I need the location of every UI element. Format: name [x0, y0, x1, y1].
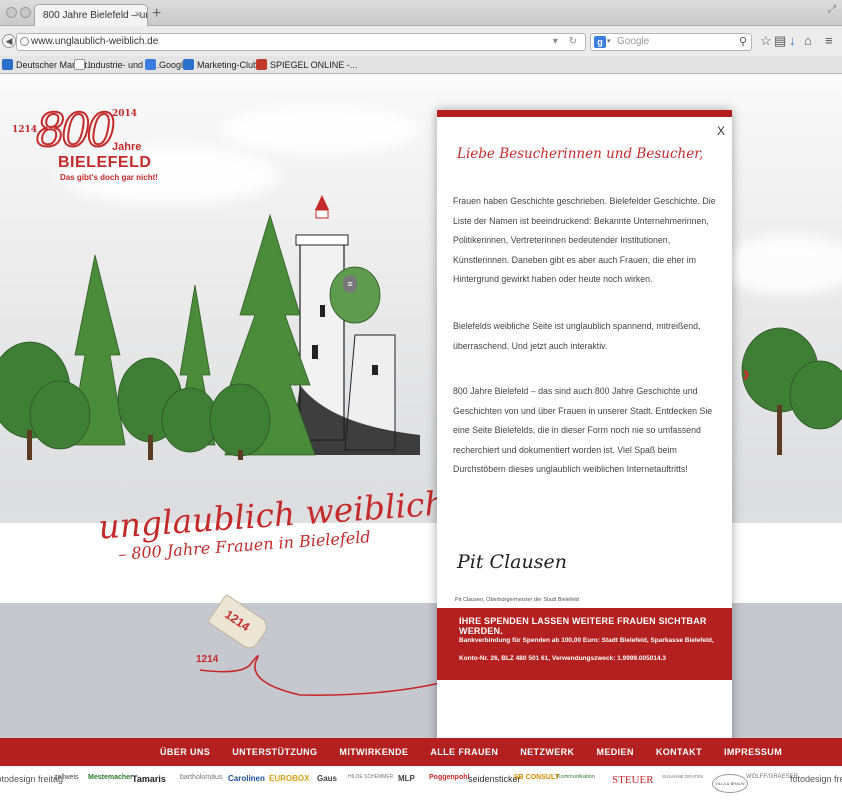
reload-icon[interactable]: ▾ ↻: [553, 34, 581, 50]
sponsor-logo[interactable]: HILDE SCHEMMER: [348, 774, 393, 780]
search-icon[interactable]: ⚲: [739, 34, 747, 50]
nav-impressum[interactable]: IMPRESSUM: [724, 738, 782, 766]
dialog-top-bar: [437, 110, 732, 117]
sponsor-logo[interactable]: SUSANNE DRATEN: [662, 774, 703, 779]
sponsor-logo[interactable]: MLP: [398, 774, 415, 783]
sponsor-logo[interactable]: zellweis: [54, 774, 79, 781]
bank-details-line: Bankverbindung für Spenden ab 100,00 Eur…: [459, 637, 714, 644]
google-icon[interactable]: g: [594, 36, 606, 48]
spiegel-icon: [256, 59, 267, 70]
logo-year-end: 2014: [112, 109, 138, 119]
reading-list-icon[interactable]: ▤: [774, 33, 786, 49]
page-icon: [74, 59, 85, 70]
nav-unterstuetzung[interactable]: UNTERSTÜTZUNG: [232, 738, 317, 766]
window-close-button[interactable]: [6, 7, 17, 18]
sponsor-logo[interactable]: seidensticker: [468, 774, 521, 784]
bookmark-favicon-icon: [2, 59, 13, 70]
nav-mitwirkende[interactable]: MITWIRKENDE: [339, 738, 408, 766]
tab-close-icon[interactable]: ×: [135, 5, 141, 26]
logo-number: 800: [35, 102, 117, 158]
menu-icon[interactable]: ≡: [825, 33, 833, 49]
search-input[interactable]: g ▾ Google ⚲: [590, 33, 752, 51]
tab-title: 800 Jahre Bielefeld – unglaubli...: [43, 10, 147, 21]
welcome-dialog: X Liebe Besucherinnen und Besucher, Frau…: [437, 110, 732, 752]
sponsor-logo[interactable]: STEUER: [612, 774, 654, 786]
cloud-decoration: [220, 105, 420, 155]
fullscreen-icon[interactable]: ⤢: [828, 4, 836, 15]
close-button[interactable]: X: [717, 124, 725, 138]
nav-netzwerk[interactable]: NETZWERK: [520, 738, 574, 766]
new-tab-button[interactable]: +: [152, 4, 161, 24]
website-page: 1214 800 2014 Jahre BIELEFELD Das gibt's…: [0, 75, 842, 800]
sponsor-logo[interactable]: EUROBOX: [269, 774, 309, 783]
sponsor-logo[interactable]: Gaus: [317, 774, 337, 783]
dialog-paragraph: Bielefelds weibliche Seite ist unglaubli…: [453, 321, 701, 351]
main-navigation: ÜBER UNS UNTERSTÜTZUNG MITWIRKENDE ALLE …: [0, 738, 842, 766]
sponsor-logo[interactable]: Poggenpohl: [429, 774, 469, 781]
bookmark-star-icon[interactable]: ☆: [760, 33, 772, 49]
bookmark-favicon-icon: [183, 59, 194, 70]
dialog-paragraph: 800 Jahre Bielefeld – das sind auch 800 …: [453, 386, 713, 474]
browser-tab-bar: 800 Jahre Bielefeld – unglaubli... × + ⤢: [0, 0, 842, 26]
nav-medien[interactable]: MEDIEN: [596, 738, 633, 766]
dialog-greeting: Liebe Besucherinnen und Besucher,: [457, 146, 704, 162]
dialog-paragraph: Frauen haben Geschichte geschrieben. Bie…: [453, 196, 716, 284]
sponsor-logo[interactable]: SB CONSULT: [514, 774, 559, 781]
logo-tagline: Das gibt's doch gar nicht!: [60, 173, 158, 182]
sparrenburg-tower: [290, 195, 420, 455]
sponsor-logo[interactable]: Mestemacher: [88, 774, 133, 781]
sponsor-logo[interactable]: bartholomäus: [180, 774, 222, 781]
logo-jahre: Jahre: [112, 141, 142, 153]
logo-city: BIELEFELD: [58, 154, 152, 171]
scroll-handle-icon[interactable]: ≡: [343, 275, 357, 293]
chevron-down-icon[interactable]: ▾: [607, 34, 611, 50]
sponsor-strip: fotodesign freitag zellweis Mestemacher …: [0, 766, 842, 800]
bookmark-item[interactable]: SPIEGEL ONLINE -...: [256, 58, 357, 72]
timeline-start-year: 1214: [196, 654, 219, 665]
bank-details-line: Konto-Nr. 26, BLZ 480 501 61, Verwendung…: [459, 655, 667, 662]
download-icon[interactable]: ↓: [789, 33, 796, 49]
logo-year-start: 1214: [12, 125, 38, 135]
browser-tab[interactable]: 800 Jahre Bielefeld – unglaubli... ×: [34, 4, 148, 26]
sponsor-logo[interactable]: VILLA & BRAUN: [712, 774, 748, 793]
nav-kontakt[interactable]: KONTAKT: [656, 738, 702, 766]
donation-heading: IHRE SPENDEN LASSEN WEITERE FRAUEN SICHT…: [459, 616, 707, 636]
sponsor-logo[interactable]: Carolinen: [228, 774, 265, 783]
bookmarks-bar: Deutscher Market... Industrie- und H... …: [0, 56, 842, 74]
donation-banner: IHRE SPENDEN LASSEN WEITERE FRAUEN SICHT…: [437, 608, 732, 680]
nav-ueber-uns[interactable]: ÜBER UNS: [160, 738, 210, 766]
url-text: www.unglaublich-weiblich.de: [31, 36, 159, 47]
window-minimize-button[interactable]: [20, 7, 31, 18]
sponsor-logo[interactable]: Tamaris: [132, 774, 166, 784]
back-button[interactable]: ◀: [2, 34, 16, 48]
nav-alle-frauen[interactable]: ALLE FRAUEN: [430, 738, 498, 766]
address-bar[interactable]: www.unglaublich-weiblich.de ▾ ↻: [16, 33, 586, 51]
home-icon[interactable]: ⌂: [804, 33, 812, 49]
globe-icon: [20, 37, 29, 46]
year-tag-label: 1214: [222, 607, 253, 634]
sponsor-logo[interactable]: fotodesign freitag: [790, 774, 842, 784]
google-icon: [145, 59, 156, 70]
signature: Pit Clausen: [457, 551, 567, 573]
signature-caption: Pit Clausen, Oberbürgermeister der Stadt…: [455, 597, 579, 603]
sponsor-logo[interactable]: Kommunikation: [557, 774, 595, 780]
bookmark-item[interactable]: Google: [145, 58, 188, 72]
search-placeholder: Google: [617, 36, 650, 47]
next-arrow-icon[interactable]: ›: [742, 360, 750, 388]
